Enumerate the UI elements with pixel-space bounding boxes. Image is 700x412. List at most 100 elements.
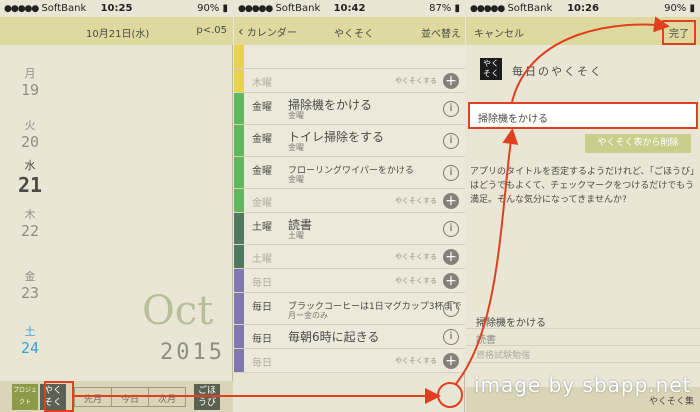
info-icon[interactable]: i [443,221,459,237]
status-bar: ●●●●● SoftBank 10:25 90% ▮ [0,0,233,17]
plus-icon[interactable]: + [443,273,459,289]
status-bar: ●●●●● SoftBank 10:26 90% ▮ [466,0,700,17]
day-label: 土曜 [252,222,272,233]
calendar-header: 10月21日(水) p<.05 [0,17,233,45]
color-bar [234,157,244,188]
list-row[interactable]: 毎日 やくそくする + [234,269,465,293]
day-label: 毎日 [252,302,272,313]
info-icon[interactable]: i [443,329,459,345]
chevron-left-icon: ‹ [238,24,244,40]
add-hint: やくそくする [395,357,437,365]
list-row[interactable] [234,45,465,69]
color-bar [234,189,244,212]
add-hint: やくそくする [395,77,437,85]
list-row[interactable]: 毎日 毎朝6時に起きる i [234,325,465,349]
suggestion-list: 掃除機をかける 読書 資格試験勉強 [466,312,700,363]
app-name: 毎日のやくそく [512,65,603,78]
plus-icon[interactable]: + [443,73,459,89]
list-header: ‹ カレンダー やくそく 並べ替え [234,17,465,45]
color-bar [234,213,244,244]
project-button[interactable]: プロジェクト [12,383,38,410]
yakusoku-list: 木曜 やくそくする + 金曜 掃除機をかける 金曜 i 金曜 トイレ掃除をする 金曜 i 金曜 フローリ… [234,45,465,373]
day-label: 金曜 [252,166,272,177]
month-label: Oct [142,288,214,334]
list-row[interactable]: 金曜 掃除機をかける 金曜 i [234,93,465,125]
info-icon[interactable]: i [443,165,459,181]
color-bar [234,349,244,372]
day-label: 土曜 [252,254,272,265]
color-bar [234,45,244,68]
color-bar [234,245,244,268]
done-button[interactable]: 完了 [662,20,696,45]
battery-indicator: 87% ▮ [429,3,460,14]
battery-indicator: 90% ▮ [197,3,228,14]
day-wed-today[interactable]: 水 21 [0,157,60,197]
task-title: フローリングワイパーをかける [288,166,414,176]
info-icon[interactable]: i [443,133,459,149]
list-row[interactable]: 毎日 ブラックコーヒーは1日マグカップ3杯まで 月ー金のみ i [234,293,465,325]
task-subtitle: 金曜 [288,143,304,152]
list-row[interactable]: 木曜 やくそくする + [234,69,465,93]
list-row[interactable]: 金曜 フローリングワイパーをかける 金曜 i [234,157,465,189]
highlight-add-button [437,382,463,408]
day-mon[interactable]: 月 19 [0,65,60,99]
suggestion-item[interactable]: 掃除機をかける [466,312,700,329]
suggestion-item[interactable]: 読書 [466,329,700,346]
task-subtitle: 金曜 [288,111,304,120]
plus-icon[interactable]: + [443,193,459,209]
color-bar [234,269,244,292]
plus-icon[interactable]: + [443,249,459,265]
title-input[interactable]: 掃除機をかける [468,102,698,129]
list-row[interactable]: 毎日 やくそくする + [234,349,465,373]
day-label: 毎日 [252,358,272,369]
sort-button[interactable]: 並べ替え [421,25,461,40]
suggestion-item[interactable]: 資格試験勉強 [466,346,700,363]
delete-button[interactable]: やくそく表から削除 [585,134,691,153]
back-button[interactable]: ‹ カレンダー [238,24,297,40]
cancel-button[interactable]: キャンセル [474,25,524,40]
month-segment: 先月 今日 次月 [74,386,187,407]
color-bar [234,69,244,92]
add-hint: やくそくする [395,253,437,261]
gohoubi-button[interactable]: ごほうび [194,383,221,410]
day-fri[interactable]: 金 23 [0,268,60,302]
calendar-panel: ●●●●● SoftBank 10:25 90% ▮ 10月21日(水) p<.… [0,0,233,412]
battery-indicator: 90% ▮ [664,3,695,14]
header-right-label[interactable]: p<.05 [196,25,227,36]
day-sat[interactable]: 土 24 [0,323,60,357]
color-bar [234,125,244,156]
day-label: 木曜 [252,78,272,89]
list-row[interactable]: 金曜 やくそくする + [234,189,465,213]
yakusoku-list-panel: ●●●●● SoftBank 10:42 87% ▮ ‹ カレンダー やくそく … [234,0,465,412]
info-icon[interactable]: i [443,101,459,117]
list-row[interactable]: 土曜 やくそくする + [234,245,465,269]
add-hint: やくそくする [395,197,437,205]
list-row[interactable]: 土曜 読書 土曜 i [234,213,465,245]
status-time: 10:25 [100,3,133,14]
edit-panel: ●●●●● SoftBank 10:26 90% ▮ キャンセル 完了 やくそく… [466,0,700,412]
list-title: やくそく [334,29,374,40]
description-text: アプリのタイトルを否定するようだけれど、「ごほうび」はどうでもよくて、チェックマ… [470,167,695,205]
calendar-toolbar: プロジェクト やくそく 先月 今日 次月 ごほうび [0,381,233,412]
info-icon[interactable]: i [443,301,459,317]
task-subtitle: 金曜 [288,175,304,184]
today-button[interactable]: 今日 [112,387,150,406]
highlight-yakusoku-button [44,381,74,412]
day-label: 金曜 [252,102,272,113]
day-thu[interactable]: 木 22 [0,206,60,240]
next-month-button[interactable]: 次月 [149,388,185,406]
add-hint: やくそくする [395,277,437,285]
watermark: image by sbapp.net [474,373,692,397]
color-bar [234,93,244,124]
header-date: 10月21日(水) [86,29,150,40]
status-time: 10:26 [567,3,599,14]
color-bar [234,325,244,348]
prev-month-button[interactable]: 先月 [75,387,113,406]
list-row[interactable]: 金曜 トイレ掃除をする 金曜 i [234,125,465,157]
app-icon: やくそく [480,58,502,80]
status-bar: ●●●●● SoftBank 10:42 87% ▮ [234,0,465,17]
day-label: 金曜 [252,198,272,209]
task-title: 毎朝6時に起きる [288,330,380,344]
plus-icon[interactable]: + [443,353,459,369]
day-tue[interactable]: 火 20 [0,117,60,151]
